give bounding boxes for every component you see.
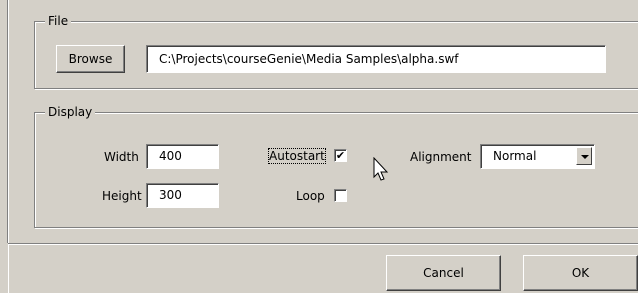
alignment-value: Normal — [493, 149, 537, 163]
cancel-button[interactable]: Cancel — [386, 255, 501, 291]
browse-button[interactable]: Browse — [56, 45, 125, 73]
checkmark-icon: ✔ — [335, 149, 346, 162]
height-field[interactable]: 300 — [146, 183, 219, 208]
dialog-separator — [8, 243, 638, 245]
width-label: Width — [104, 150, 139, 164]
autostart-label[interactable]: Autostart — [268, 148, 326, 164]
autostart-checkbox[interactable]: ✔ — [334, 149, 347, 162]
alignment-label: Alignment — [410, 150, 472, 164]
file-path-field[interactable]: C:\Projects\courseGenie\Media Samples\al… — [146, 45, 606, 73]
alignment-select[interactable]: Normal — [480, 144, 595, 169]
pointer-cursor-icon — [373, 157, 389, 181]
file-group-legend: File — [45, 14, 72, 28]
loop-label: Loop — [296, 189, 325, 203]
dropdown-arrow-icon[interactable] — [576, 147, 592, 165]
ok-button[interactable]: OK — [523, 255, 638, 291]
loop-checkbox[interactable] — [334, 189, 347, 202]
left-border — [0, 0, 9, 293]
width-field[interactable]: 400 — [146, 144, 219, 169]
height-label: Height — [102, 189, 142, 203]
display-group-legend: Display — [45, 105, 96, 119]
display-group: Display — [34, 105, 638, 228]
